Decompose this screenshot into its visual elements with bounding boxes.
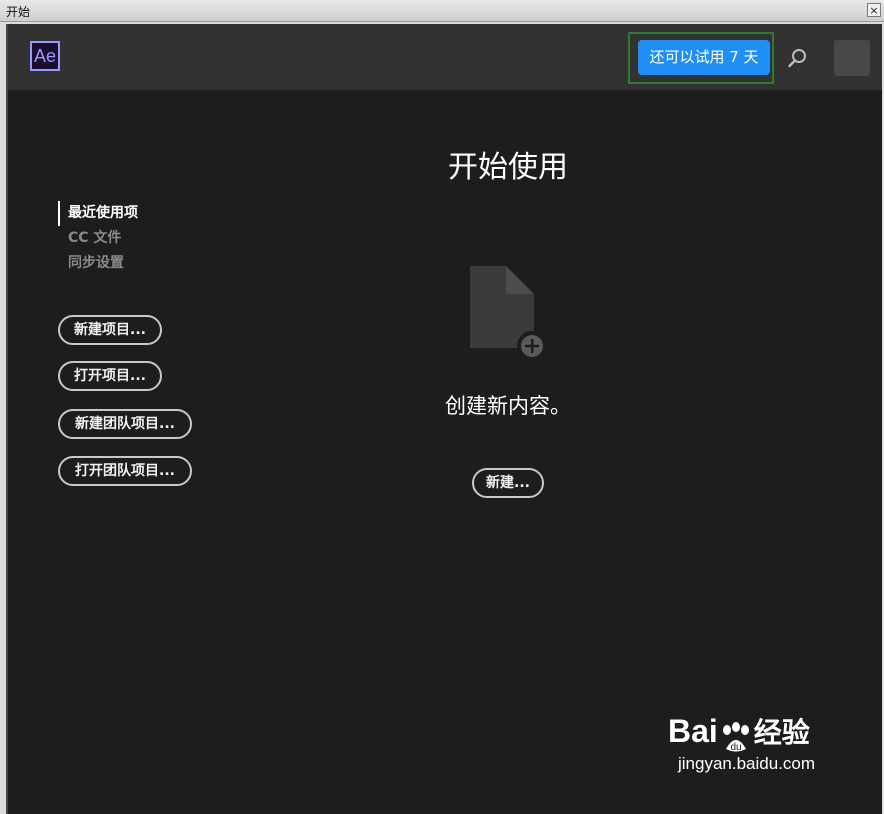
open-team-project-button[interactable]: 打开团队项目... bbox=[58, 456, 192, 486]
sidebar-item-recent[interactable]: 最近使用项 bbox=[58, 201, 138, 226]
sidebar-nav: 最近使用项 CC 文件 同步设置 bbox=[58, 201, 138, 276]
new-team-project-button[interactable]: 新建团队项目... bbox=[58, 409, 192, 439]
trial-button[interactable]: 还可以试用 7 天 bbox=[638, 40, 770, 75]
start-screen: Ae 还可以试用 7 天 最近使用项 CC 文件 同步设置 新建项目... 打开… bbox=[6, 24, 882, 814]
sidebar-item-sync-settings[interactable]: 同步设置 bbox=[58, 251, 138, 276]
new-button[interactable]: 新建... bbox=[472, 468, 544, 498]
top-bar: Ae 还可以试用 7 天 bbox=[8, 24, 882, 90]
avatar[interactable] bbox=[834, 40, 870, 76]
svg-text:du: du bbox=[730, 742, 741, 753]
window-close-button[interactable]: × bbox=[867, 3, 881, 17]
watermark-suffix: 经验 bbox=[753, 717, 810, 748]
page-title: 开始使用 bbox=[448, 150, 568, 185]
open-project-button[interactable]: 打开项目... bbox=[58, 361, 162, 391]
new-document-icon bbox=[470, 266, 547, 361]
paw-icon: du bbox=[718, 721, 754, 755]
watermark-brand: Bai bbox=[668, 713, 718, 749]
new-project-button[interactable]: 新建项目... bbox=[58, 315, 162, 345]
baidu-jingyan-watermark: Bai du 经验 jingyan.baidu.com bbox=[668, 712, 868, 776]
ae-logo-icon: Ae bbox=[30, 41, 60, 71]
create-new-content-text: 创建新内容。 bbox=[445, 394, 571, 418]
window-titlebar: 开始 × bbox=[0, 0, 884, 22]
search-icon[interactable] bbox=[786, 46, 810, 70]
watermark-url: jingyan.baidu.com bbox=[678, 754, 816, 773]
sidebar-item-cc-files[interactable]: CC 文件 bbox=[58, 226, 138, 251]
window-title: 开始 bbox=[6, 5, 31, 19]
